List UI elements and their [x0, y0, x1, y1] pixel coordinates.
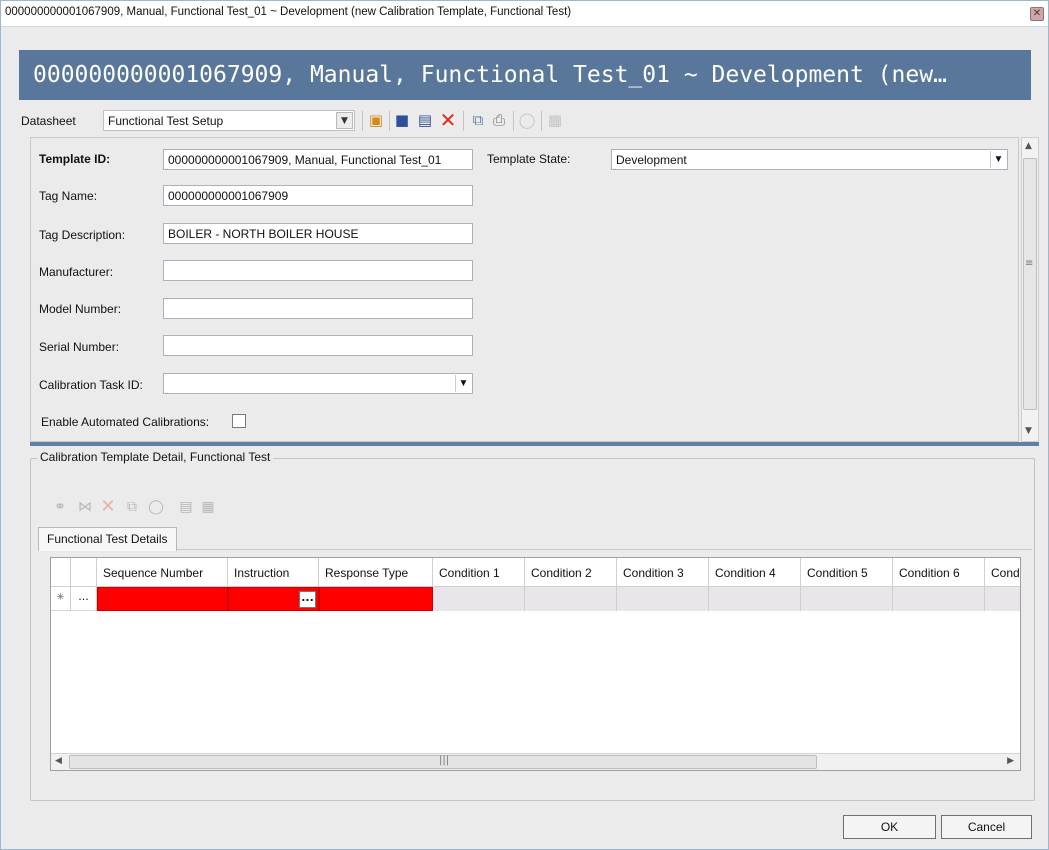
calibration-task-select[interactable]: ▼	[163, 373, 473, 394]
instruction-ellipsis-button[interactable]: ...	[299, 591, 316, 608]
datasheet-label: Datasheet	[21, 114, 76, 128]
toolbar-separator	[541, 111, 542, 131]
column-response-type[interactable]: Response Type	[319, 558, 433, 587]
column-condition-2[interactable]: Condition 2	[525, 558, 617, 587]
properties-icon[interactable]: ▤	[177, 497, 195, 517]
model-number-label: Model Number:	[39, 302, 122, 316]
instruction-cell[interactable]: ...	[228, 587, 319, 611]
toolbar-separator	[389, 111, 390, 131]
new-row-marker: ✳	[51, 587, 71, 611]
datasheet-form: Template ID: 000000000001067909, Manual,…	[30, 137, 1019, 442]
dialog-window: 000000000001067909, Manual, Functional T…	[0, 0, 1049, 850]
grid-header-cell	[71, 558, 97, 587]
delete-icon[interactable]: ✕	[439, 110, 457, 130]
save-icon[interactable]: ■	[393, 111, 411, 129]
form-vertical-scrollbar[interactable]: ▲ ≡ ▼	[1021, 137, 1039, 442]
template-state-label: Template State:	[487, 152, 571, 166]
clear-icon[interactable]: ◯	[518, 111, 536, 129]
panel-splitter[interactable]	[30, 442, 1039, 446]
save-new-icon[interactable]: ▤	[416, 111, 434, 129]
toolbar-separator	[463, 111, 464, 131]
clear-icon[interactable]: ◯	[147, 497, 165, 517]
model-number-field[interactable]	[163, 298, 473, 319]
template-state-value: Development	[616, 153, 687, 167]
condition-6-cell[interactable]	[893, 587, 985, 611]
scroll-grip-icon: |||	[439, 755, 450, 766]
window-title: 000000000001067909, Manual, Functional T…	[5, 6, 572, 18]
template-state-select[interactable]: Development ▼	[611, 149, 1008, 170]
column-condition-5[interactable]: Condition 5	[801, 558, 893, 587]
calibration-task-label: Calibration Task ID:	[39, 378, 143, 392]
scroll-right-icon[interactable]: ▶	[1007, 756, 1014, 766]
condition-5-cell[interactable]	[801, 587, 893, 611]
template-id-label: Template ID:	[39, 152, 111, 166]
ok-button[interactable]: OK	[843, 815, 936, 839]
row-selector[interactable]: ...	[71, 587, 97, 611]
detail-group-title: Calibration Template Detail, Functional …	[37, 450, 274, 464]
column-condition-4[interactable]: Condition 4	[709, 558, 801, 587]
column-sequence-number[interactable]: Sequence Number	[97, 558, 228, 587]
condition-7-cell[interactable]	[985, 587, 1020, 611]
record-banner: 000000000001067909, Manual, Functional T…	[19, 50, 1031, 100]
paste-icon[interactable]: ▦	[546, 111, 564, 129]
datasheet-select[interactable]: Functional Test Setup ▼	[103, 110, 355, 131]
column-condition-6[interactable]: Condition 6	[893, 558, 985, 587]
grid-header: Sequence Number Instruction Response Typ…	[51, 558, 1020, 587]
scroll-grip-icon: ≡	[1025, 258, 1034, 269]
column-condition-3[interactable]: Condition 3	[617, 558, 709, 587]
detail-tabstrip: Functional Test Details	[38, 525, 1032, 551]
copy-icon[interactable]: ⧉	[123, 497, 141, 517]
chevron-down-icon[interactable]: ▼	[336, 112, 353, 129]
serial-number-label: Serial Number:	[39, 340, 120, 354]
condition-4-cell[interactable]	[709, 587, 801, 611]
column-condition-7[interactable]: Cond	[985, 558, 1020, 587]
condition-1-cell[interactable]	[433, 587, 525, 611]
chevron-down-icon[interactable]: ▼	[455, 375, 471, 392]
column-condition-1[interactable]: Condition 1	[433, 558, 525, 587]
link-icon[interactable]: ⚭	[51, 497, 69, 517]
paste-icon[interactable]: ▦	[199, 497, 217, 517]
grid-header-cell	[51, 558, 71, 587]
tag-name-label: Tag Name:	[39, 189, 98, 203]
toolbar-separator	[362, 111, 363, 131]
chevron-down-icon[interactable]: ▼	[990, 151, 1006, 168]
unlink-icon[interactable]: ⋈	[76, 497, 94, 517]
scroll-thumb[interactable]	[1023, 158, 1037, 410]
scroll-down-icon[interactable]: ▼	[1025, 426, 1032, 436]
response-type-cell[interactable]	[319, 587, 433, 611]
functional-test-grid: Sequence Number Instruction Response Typ…	[50, 557, 1021, 771]
copy-icon[interactable]: ⧉	[469, 111, 487, 129]
grid-horizontal-scrollbar[interactable]: ◀ ||| ▶	[51, 753, 1020, 770]
sequence-number-cell[interactable]	[97, 587, 228, 611]
enable-automated-checkbox[interactable]	[232, 414, 246, 428]
title-bar: 000000000001067909, Manual, Functional T…	[1, 1, 1048, 27]
datasheet-value: Functional Test Setup	[108, 114, 224, 128]
scroll-up-icon[interactable]: ▲	[1025, 141, 1032, 151]
tag-description-field[interactable]: BOILER - NORTH BOILER HOUSE	[163, 223, 473, 244]
new-icon[interactable]: ▣	[367, 111, 385, 129]
enable-automated-label: Enable Automated Calibrations:	[41, 415, 210, 429]
manufacturer-field[interactable]	[163, 260, 473, 281]
tag-description-label: Tag Description:	[39, 228, 126, 242]
column-instruction[interactable]: Instruction	[228, 558, 319, 587]
datasheet-toolbar: Datasheet Functional Test Setup ▼ ▣ ■ ▤ …	[19, 108, 1031, 134]
scroll-left-icon[interactable]: ◀	[55, 756, 62, 766]
cancel-button[interactable]: Cancel	[941, 815, 1032, 839]
condition-3-cell[interactable]	[617, 587, 709, 611]
new-row[interactable]: ✳ ... ...	[51, 587, 1020, 611]
tab-functional-test-details[interactable]: Functional Test Details	[38, 527, 177, 551]
serial-number-field[interactable]	[163, 335, 473, 356]
condition-2-cell[interactable]	[525, 587, 617, 611]
template-id-field[interactable]: 000000000001067909, Manual, Functional T…	[163, 149, 473, 170]
close-icon[interactable]: ✕	[1030, 7, 1044, 21]
delete-icon[interactable]: ✕	[99, 497, 117, 517]
print-icon[interactable]: ⎙	[490, 111, 508, 129]
toolbar-separator	[513, 111, 514, 131]
tag-name-field[interactable]: 000000000001067909	[163, 185, 473, 206]
manufacturer-label: Manufacturer:	[39, 265, 114, 279]
